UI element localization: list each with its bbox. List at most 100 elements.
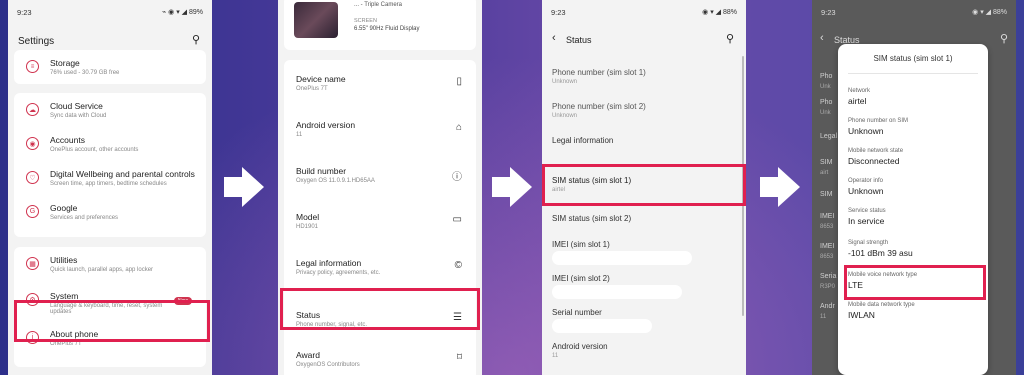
item-title: Accounts: [50, 135, 85, 145]
field-value: airtel: [848, 96, 867, 106]
screen-value: 6.55" 90Hz Fluid Display: [354, 26, 420, 32]
field-data-network: Mobile data network type IWLAN: [848, 302, 978, 320]
bg-text: IMEI: [820, 243, 835, 250]
list-item-device-name[interactable]: Device name OnePlus 7T ▯: [284, 74, 476, 120]
item-sub: Sync data with Cloud: [50, 113, 107, 119]
list-item-sim-2[interactable]: SIM status (sim slot 2): [552, 208, 736, 236]
field-label: Signal strength: [848, 240, 889, 246]
item-sub: Unknown: [552, 79, 578, 85]
field-label: Mobile network state: [848, 148, 904, 154]
item-title: Build number: [296, 166, 347, 176]
item-title: Device name: [296, 74, 346, 84]
status-bar: 9:23 ◉ ▾ ◢ 88%: [542, 0, 746, 24]
field-label: Service status: [848, 208, 886, 214]
storage-icon: ≡: [26, 60, 39, 73]
bg-text: R3P0: [820, 284, 836, 290]
redacted-value: [552, 251, 692, 265]
field-operator: Operator info Unknown: [848, 178, 978, 196]
cloud-icon: ☁: [26, 103, 39, 116]
bg-text: Pho: [820, 73, 833, 80]
list-item-google[interactable]: G Google Services and preferences: [14, 203, 206, 237]
storage-title: Storage: [50, 58, 80, 68]
search-icon[interactable]: ⚲: [1000, 32, 1008, 45]
back-icon[interactable]: ‹: [820, 32, 824, 44]
status-time: 9:23: [821, 7, 836, 17]
bg-text: 8653: [820, 254, 834, 260]
bg-text: Seria: [820, 273, 837, 280]
list-item-phone-2[interactable]: Phone number (sim slot 2) Unknown: [552, 102, 736, 136]
bg-text: Pho: [820, 99, 833, 106]
field-value: In service: [848, 216, 885, 226]
device-camera-text: ... - Triple Camera: [354, 2, 403, 8]
sim-status-dialog: SIM status (sim slot 1) Network airtel P…: [838, 44, 988, 375]
field-signal-strength: Signal strength -101 dBm 39 asu: [848, 240, 978, 258]
list-item-wellbeing[interactable]: ♡ Digital Wellbeing and parental control…: [14, 169, 206, 203]
status-icons: ⌁ ◉ ▾ ◢ 89%: [161, 9, 203, 16]
item-title: Award: [296, 350, 320, 360]
item-sub: HD1901: [296, 224, 319, 230]
storage-sub: 76% used - 30.79 GB free: [50, 70, 120, 76]
status-time: 9:23: [551, 7, 566, 17]
field-value: -101 dBm 39 asu: [848, 248, 913, 258]
bg-text: 8653: [820, 224, 834, 230]
list-item-cloud[interactable]: ☁ Cloud Service Sync data with Cloud: [14, 101, 206, 135]
status-bar: 9:23 ◉ ▾ ◢ 88%: [812, 0, 1016, 24]
field-network-state: Mobile network state Disconnected: [848, 148, 978, 166]
item-title: Serial number: [552, 308, 602, 317]
model-icon: ▭: [452, 214, 462, 225]
bg-text: Unk: [820, 110, 831, 116]
item-title: Cloud Service: [50, 101, 103, 111]
item-sub: 11: [552, 353, 559, 359]
list-item-imei-1[interactable]: IMEI (sim slot 1): [552, 236, 736, 270]
search-icon[interactable]: ⚲: [726, 32, 734, 45]
list-item-phone-1[interactable]: Phone number (sim slot 1) Unknown: [552, 68, 736, 102]
field-network: Network airtel: [848, 88, 978, 106]
bg-text: Legal: [820, 133, 838, 140]
dialog-title: SIM status (sim slot 1): [873, 54, 953, 63]
item-title: Google: [50, 203, 78, 213]
field-value: Disconnected: [848, 156, 900, 166]
page-title: Settings: [18, 36, 55, 47]
field-value: Unknown: [848, 126, 884, 136]
status-time: 9:23: [17, 7, 32, 17]
background-list: Pho Unk Pho Unk Legal SIM airt SIM IMEI …: [820, 72, 837, 322]
item-title: Android version: [296, 120, 356, 130]
item-title: Digital Wellbeing and parental controls: [50, 169, 195, 179]
bg-text: airt: [820, 170, 829, 176]
search-icon[interactable]: ⚲: [192, 33, 200, 46]
item-title: Legal information: [552, 136, 614, 145]
item-sub: OxygenOS Contributors: [296, 362, 360, 368]
copyright-icon: ©: [454, 260, 462, 271]
item-sub: OnePlus 7T: [296, 86, 328, 92]
about-phone-screen: ... - Triple Camera SCREEN 6.55" 90Hz Fl…: [278, 0, 482, 375]
list-item-serial[interactable]: Serial number: [552, 304, 736, 338]
item-sub: Unknown: [552, 113, 578, 119]
item-title: IMEI (sim slot 1): [552, 240, 610, 249]
bg-text: 11: [820, 314, 827, 320]
list-item-android-version[interactable]: Android version 11 ⌂: [284, 120, 476, 166]
storage-item[interactable]: ≡ Storage 76% used - 30.79 GB free: [14, 50, 206, 84]
list-item-imei-2[interactable]: IMEI (sim slot 2): [552, 270, 736, 304]
list-item-award[interactable]: Award OxygenOS Contributors ⌑: [284, 350, 476, 375]
bg-text: Unk: [820, 84, 831, 90]
highlight-box: [542, 164, 746, 206]
field-value: Unknown: [848, 186, 884, 196]
highlight-box: [844, 265, 986, 300]
field-label: Phone number on SIM: [848, 118, 909, 124]
header: Settings ⚲: [8, 24, 212, 50]
device-header-card: ... - Triple Camera SCREEN 6.55" 90Hz Fl…: [284, 0, 476, 50]
list-item-utilities[interactable]: ▦ Utilities Quick launch, parallel apps,…: [14, 255, 206, 289]
redacted-value: [552, 285, 682, 299]
back-icon[interactable]: ‹: [552, 32, 556, 44]
list-item-accounts[interactable]: ◉ Accounts OnePlus account, other accoun…: [14, 135, 206, 169]
field-label: Operator info: [848, 178, 884, 184]
item-title: Utilities: [50, 255, 78, 265]
list-item-model[interactable]: Model HD1901 ▭: [284, 212, 476, 258]
status-screen: 9:23 ◉ ▾ ◢ 88% ‹ Status ⚲ Phone number (…: [542, 0, 746, 375]
list-item-build-number[interactable]: Build number Oxygen OS 11.0.9.1.HD65AA ⓘ: [284, 166, 476, 212]
sim-status-screen: 9:23 ◉ ▾ ◢ 88% ‹ Status ⚲ Pho Unk Pho Un…: [812, 0, 1016, 375]
status-icons: ◉ ▾ ◢ 88%: [972, 9, 1007, 16]
bg-text: SIM: [820, 191, 833, 198]
list-item-android-version[interactable]: Android version 11: [552, 338, 736, 372]
item-sub: Screen time, app timers, bedtime schedul…: [50, 181, 167, 187]
